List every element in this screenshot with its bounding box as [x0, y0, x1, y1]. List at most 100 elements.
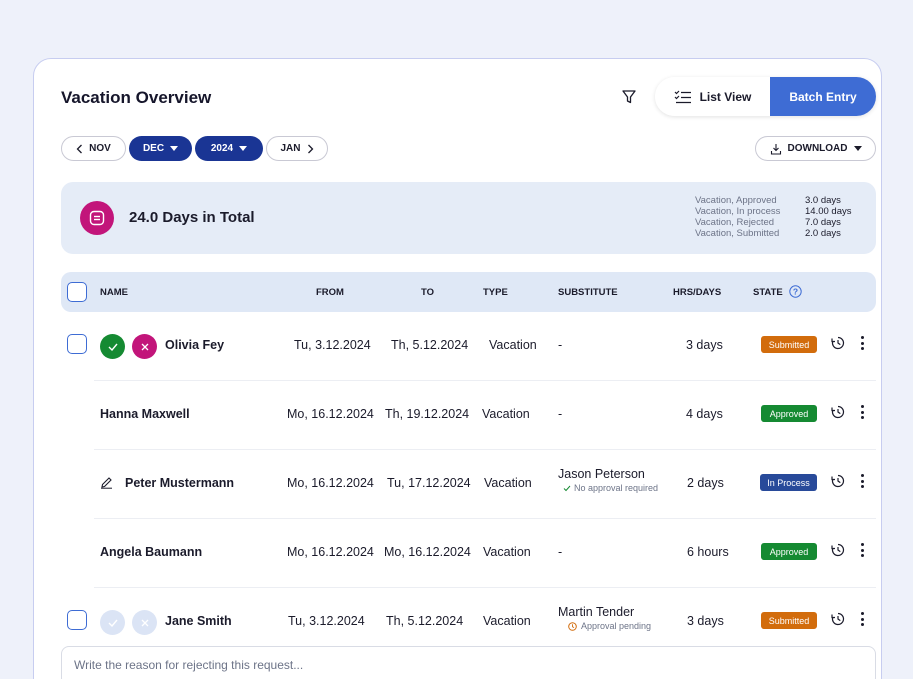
status-badge: In Process	[760, 474, 817, 491]
column-name[interactable]: NAME	[100, 287, 128, 298]
summary-breakdown: Vacation, Approved 3.0 days Vacation, In …	[695, 195, 851, 239]
to-date: Th, 5.12.2024	[386, 614, 464, 628]
list-view-button[interactable]: List View	[655, 77, 770, 116]
download-button[interactable]: DOWNLOAD	[755, 136, 876, 161]
summary-icon	[80, 201, 114, 235]
month-value: DEC	[142, 143, 165, 154]
from-date: Mo, 16.12.2024	[287, 545, 374, 559]
column-substitute[interactable]: SUBSTITUTE	[558, 287, 618, 298]
more-options-icon[interactable]	[859, 612, 865, 626]
table-header: NAME FROM TO TYPE SUBSTITUTE HRS/DAYS ST…	[61, 272, 876, 312]
svg-text:?: ?	[793, 287, 798, 297]
reject-button[interactable]	[132, 610, 157, 635]
batch-entry-button[interactable]: Batch Entry	[770, 77, 876, 116]
from-date: Mo, 16.12.2024	[287, 476, 374, 490]
substitute: Jason Peterson	[558, 467, 645, 481]
close-icon	[141, 343, 148, 350]
from-date: Tu, 3.12.2024	[288, 614, 365, 628]
download-icon	[770, 143, 781, 155]
chevron-left-icon	[76, 144, 83, 153]
prev-month-button[interactable]: NOV	[61, 136, 126, 161]
history-icon[interactable]	[831, 612, 845, 626]
substitute-note: Approval pending	[581, 621, 652, 631]
next-month-button[interactable]: JAN	[266, 136, 328, 161]
month-select[interactable]: DEC	[129, 136, 192, 161]
next-month-label: JAN	[280, 143, 301, 154]
leave-type: Vacation	[483, 545, 531, 559]
caret-down-icon	[853, 146, 862, 151]
summary-item: Vacation, Submitted 2.0 days	[695, 228, 841, 239]
substitute: -	[558, 545, 563, 559]
substitute-note: No approval required	[574, 483, 659, 493]
table-row[interactable]: Peter Mustermann Mo, 16.12.2024 Tu, 17.1…	[61, 450, 876, 519]
column-state[interactable]: STATE	[753, 287, 783, 298]
summary-item: Vacation, Rejected 7.0 days	[695, 217, 841, 228]
reject-reason-input[interactable]: Write the reason for rejecting this requ…	[61, 646, 876, 679]
list-view-label: List View	[699, 89, 752, 104]
from-date: Tu, 3.12.2024	[294, 338, 371, 352]
to-date: Mo, 16.12.2024	[384, 545, 471, 559]
column-from[interactable]: FROM	[316, 287, 344, 298]
leave-type: Vacation	[482, 407, 530, 421]
caret-down-icon	[170, 146, 179, 151]
employee-name: Peter Mustermann	[125, 476, 235, 490]
total-summary: 24.0 Days in Total Vacation, Approved 3.0…	[61, 182, 876, 254]
more-options-icon[interactable]	[859, 336, 865, 350]
history-icon[interactable]	[831, 474, 845, 488]
edit-icon[interactable]	[100, 476, 113, 489]
approve-button[interactable]	[100, 334, 125, 359]
history-icon[interactable]	[831, 405, 845, 419]
leave-type: Vacation	[489, 338, 537, 352]
history-icon[interactable]	[831, 543, 845, 557]
caret-down-icon	[239, 146, 248, 151]
page-title: Vacation Overview	[61, 88, 212, 107]
employee-name: Angela Baumann	[100, 545, 203, 559]
duration: 2 days	[687, 476, 724, 490]
employee-name: Jane Smith	[165, 614, 232, 628]
vacation-panel: Vacation Overview List View Batch Entry …	[33, 58, 882, 679]
from-date: Mo, 16.12.2024	[287, 407, 374, 421]
table-row[interactable]: Angela Baumann Mo, 16.12.2024 Mo, 16.12.…	[61, 519, 876, 588]
status-badge: Submitted	[761, 612, 817, 629]
column-hrs-days[interactable]: HRS/DAYS	[673, 287, 721, 298]
duration: 4 days	[686, 407, 723, 421]
leave-type: Vacation	[483, 614, 531, 628]
approve-button[interactable]	[100, 610, 125, 635]
row-checkbox[interactable]	[67, 610, 87, 630]
to-date: Th, 5.12.2024	[391, 338, 469, 352]
leave-type: Vacation	[484, 476, 532, 490]
status-badge: Approved	[761, 543, 817, 560]
filter-icon[interactable]	[621, 89, 637, 105]
employee-name: Hanna Maxwell	[100, 407, 190, 421]
year-select[interactable]: 2024	[195, 136, 263, 161]
check-icon	[108, 619, 118, 627]
column-to[interactable]: TO	[421, 287, 434, 298]
reject-button[interactable]	[132, 334, 157, 359]
table-row[interactable]: Hanna Maxwell Mo, 16.12.2024 Th, 19.12.2…	[61, 381, 876, 450]
close-icon	[141, 619, 148, 626]
check-icon	[563, 485, 571, 492]
column-type[interactable]: TYPE	[483, 287, 508, 298]
total-days: 24.0 Days in Total	[129, 209, 255, 226]
substitute: -	[558, 407, 563, 421]
more-options-icon[interactable]	[859, 543, 865, 557]
employee-name: Olivia Fey	[165, 338, 225, 352]
more-options-icon[interactable]	[859, 474, 865, 488]
more-options-icon[interactable]	[859, 405, 865, 419]
status-badge: Approved	[761, 405, 817, 422]
view-switcher: List View Batch Entry	[655, 77, 876, 116]
select-all-checkbox[interactable]	[67, 282, 87, 302]
prev-month-label: NOV	[89, 143, 111, 154]
summary-item: Vacation, In process 14.00 days	[695, 206, 852, 217]
duration: 6 hours	[687, 545, 729, 559]
chevron-right-icon	[307, 144, 313, 153]
history-icon[interactable]	[831, 336, 845, 350]
help-icon[interactable]: ?	[789, 285, 802, 298]
year-value: 2024	[210, 143, 234, 154]
table-row[interactable]: Olivia Fey Tu, 3.12.2024 Th, 5.12.2024 V…	[61, 312, 876, 381]
row-checkbox[interactable]	[67, 334, 87, 354]
duration: 3 days	[686, 338, 723, 352]
summary-item: Vacation, Approved 3.0 days	[695, 195, 841, 206]
check-icon	[108, 343, 118, 351]
download-label: DOWNLOAD	[787, 143, 848, 154]
